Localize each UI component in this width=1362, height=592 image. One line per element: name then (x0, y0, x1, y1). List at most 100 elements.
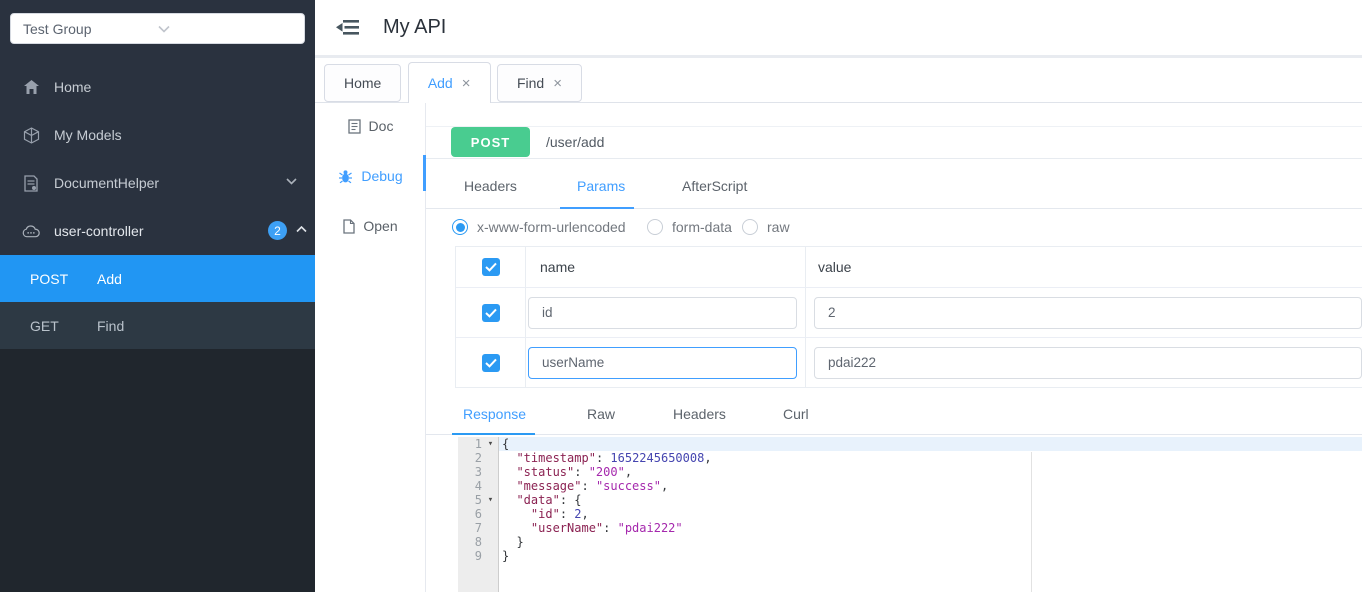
chevron-up-icon[interactable] (296, 226, 307, 233)
code-line[interactable]: 2 "timestamp": 1652245650008, (458, 451, 1362, 465)
top-header: My API (315, 0, 1362, 55)
mode-label: Debug (361, 168, 403, 184)
line-number: 7 (474, 521, 482, 535)
header-divider (315, 55, 1362, 58)
tab-label: Find (516, 75, 545, 91)
line-number: 4 (474, 479, 482, 493)
line-number: 5 (474, 493, 482, 507)
sidebar-item-label: My Models (54, 127, 122, 143)
chevron-down-icon[interactable] (286, 178, 297, 185)
select-all-checkbox[interactable] (481, 258, 500, 276)
endpoint-method: POST (30, 270, 69, 287)
body-type-radios: x-www-form-urlencoded form-data raw (426, 208, 1362, 246)
close-icon[interactable]: × (553, 76, 562, 91)
sidebar-item-my-models[interactable]: My Models (0, 111, 315, 159)
bug-icon (338, 169, 353, 184)
line-text: "status": "200", (516, 465, 633, 479)
tab-label: Add (427, 75, 453, 91)
sidebar-item-label: Home (54, 79, 92, 95)
param-name-input[interactable] (528, 296, 797, 329)
mode-label: Open (363, 218, 398, 234)
active-mode-indicator (423, 155, 426, 191)
param-name-input-focused[interactable] (528, 346, 797, 379)
sidebar-endpoint-post-add[interactable]: POST Add (0, 255, 315, 302)
home-icon (22, 78, 40, 96)
close-icon[interactable]: × (462, 76, 471, 91)
line-text: "userName": "pdai222" (530, 521, 683, 535)
page-title: My API (383, 16, 447, 38)
tab-response-headers[interactable]: Headers (673, 406, 726, 422)
params-table: name value (455, 246, 1362, 388)
tab-label: Home (344, 75, 382, 91)
param-value-cell (806, 337, 1362, 387)
fold-arrow-icon[interactable]: ▾ (482, 493, 499, 507)
group-select-value: Test Group (23, 20, 92, 37)
open-tabs-bar: Home Add × Find × (315, 59, 1362, 103)
tab-home[interactable]: Home (324, 64, 402, 102)
mode-item-doc[interactable]: Doc (315, 113, 426, 139)
line-text: "message": "success", (516, 479, 669, 493)
doc-icon (347, 118, 361, 134)
code-line[interactable]: 6 "id": 2, (458, 507, 1362, 521)
endpoint-count-badge: 2 (268, 221, 287, 240)
sidebar-item-home[interactable]: Home (0, 63, 315, 111)
debug-panel: POST Headers Params AfterScript x-www-fo… (426, 103, 1362, 592)
fold-arrow-icon[interactable]: ▾ (482, 437, 499, 451)
group-select[interactable]: Test Group (10, 13, 305, 44)
row-checkbox[interactable] (481, 303, 500, 322)
code-line[interactable]: 9} (458, 549, 1362, 563)
line-number: 8 (474, 535, 482, 549)
line-text: "data": { (516, 493, 582, 507)
method-post-button[interactable]: POST (451, 127, 530, 157)
sidebar-collapse-icon[interactable] (335, 16, 361, 38)
code-line[interactable]: 1 ▾{ (458, 437, 1362, 451)
code-line[interactable]: 5 ▾ "data": { (458, 493, 1362, 507)
radio-raw[interactable]: raw (742, 219, 790, 235)
code-lines[interactable]: 1 ▾{2 "timestamp": 1652245650008, 3 "statu… (458, 437, 1362, 592)
param-value-input[interactable] (814, 296, 1362, 329)
mode-item-open[interactable]: Open (315, 213, 426, 239)
tab-raw[interactable]: Raw (587, 406, 615, 422)
sidebar-item-documenthelper[interactable]: DocumentHelper (0, 159, 315, 207)
radio-label: x-www-form-urlencoded (477, 219, 626, 235)
tab-response[interactable]: Response (463, 406, 526, 422)
tab-headers[interactable]: Headers (464, 178, 517, 194)
mode-label: Doc (368, 118, 394, 134)
document-gear-icon (22, 174, 40, 192)
tab-afterscript[interactable]: AfterScript (682, 178, 747, 194)
tab-curl[interactable]: Curl (783, 406, 809, 422)
code-line[interactable]: 3 "status": "200", (458, 465, 1362, 479)
row-checkbox[interactable] (481, 353, 500, 372)
active-tab-underline (452, 433, 535, 435)
file-icon (343, 218, 356, 234)
cloud-api-icon (22, 222, 40, 240)
line-number: 1 (474, 437, 482, 451)
radio-label: form-data (672, 219, 732, 235)
code-line[interactable]: 8 } (458, 535, 1362, 549)
header-checkbox-cell (456, 247, 526, 287)
code-line[interactable]: 4 "message": "success", (458, 479, 1362, 493)
tab-params[interactable]: Params (577, 178, 625, 194)
request-line: POST (426, 126, 1362, 159)
sidebar-item-user-controller[interactable]: user-controller 2 (0, 207, 315, 255)
endpoint-label: Find (97, 317, 125, 334)
radio-icon (647, 219, 663, 235)
request-url-input[interactable] (538, 127, 1362, 157)
sidebar-endpoint-get-find[interactable]: GET Find (0, 302, 315, 349)
models-cube-icon (22, 126, 40, 144)
radio-x-www-form-urlencoded[interactable]: x-www-form-urlencoded (452, 219, 626, 235)
code-line[interactable]: 7 "userName": "pdai222" (458, 521, 1362, 535)
line-text: "id": 2, (530, 507, 589, 521)
mode-item-debug[interactable]: Debug (315, 163, 426, 189)
param-value-input[interactable] (814, 346, 1362, 379)
tab-find[interactable]: Find × (496, 64, 582, 102)
radio-form-data[interactable]: form-data (647, 219, 732, 235)
response-code-editor[interactable]: 1 ▾{2 "timestamp": 1652245650008, 3 "statu… (426, 437, 1362, 592)
line-number: 2 (474, 451, 482, 465)
tab-add[interactable]: Add × (407, 62, 491, 103)
